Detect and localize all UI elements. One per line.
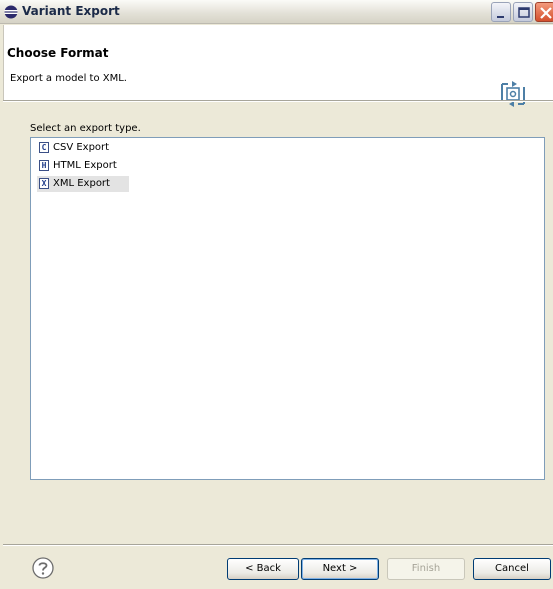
xml-file-icon: X — [39, 178, 49, 189]
next-button[interactable]: Next > — [301, 558, 379, 580]
banner-separator — [3, 100, 553, 102]
close-button[interactable] — [535, 2, 553, 22]
cancel-button[interactable]: Cancel — [473, 558, 551, 580]
eclipse-icon — [4, 5, 18, 19]
export-wizard-icon — [501, 81, 525, 107]
finish-button[interactable]: Finish — [387, 558, 465, 580]
export-type-prompt: Select an export type. — [30, 123, 141, 134]
export-type-list[interactable]: C CSV Export H HTML Export X XML Export — [30, 137, 545, 480]
export-item-label: CSV Export — [53, 142, 110, 153]
minimize-icon — [497, 16, 504, 18]
export-item-label: HTML Export — [53, 160, 117, 171]
export-item-xml[interactable]: X XML Export — [37, 176, 129, 192]
title-bar[interactable]: Variant Export — [0, 0, 553, 24]
window-title: Variant Export — [22, 4, 120, 18]
minimize-button[interactable] — [491, 2, 511, 22]
back-button[interactable]: < Back — [227, 558, 299, 580]
export-item-label: XML Export — [53, 178, 110, 189]
maximize-icon — [518, 7, 530, 18]
wizard-dialog: Variant Export Choose Format Export a mo… — [0, 0, 553, 589]
export-item-csv[interactable]: C CSV Export — [37, 140, 129, 156]
footer-separator — [3, 544, 553, 546]
html-file-icon: H — [39, 160, 49, 171]
page-title: Choose Format — [7, 46, 109, 60]
export-item-html[interactable]: H HTML Export — [37, 158, 129, 174]
csv-file-icon: C — [39, 142, 49, 153]
help-icon[interactable] — [32, 557, 54, 579]
wizard-banner: Choose Format Export a model to XML. — [3, 25, 553, 107]
page-description: Export a model to XML. — [10, 73, 127, 84]
maximize-button[interactable] — [513, 2, 533, 22]
close-icon — [540, 7, 552, 19]
